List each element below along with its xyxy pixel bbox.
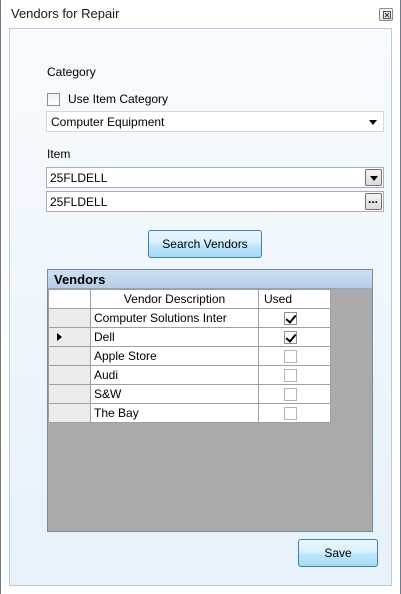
window-title: Vendors for Repair bbox=[11, 6, 120, 21]
chevron-down-icon[interactable] bbox=[369, 120, 377, 125]
ellipsis-icon: ... bbox=[368, 192, 379, 206]
save-button[interactable]: Save bbox=[298, 539, 378, 567]
use-item-category-box[interactable] bbox=[47, 93, 60, 106]
vendors-grid-title: Vendors bbox=[54, 272, 106, 287]
row-selector[interactable] bbox=[48, 346, 91, 366]
vendors-for-repair-window: Vendors for Repair Category Use Item Cat… bbox=[0, 0, 401, 594]
item-dropdown[interactable]: 25FLDELL bbox=[46, 167, 384, 188]
used-checkbox[interactable] bbox=[284, 387, 297, 401]
item-lookup-value: 25FLDELL bbox=[50, 195, 108, 209]
table-row[interactable]: Audi bbox=[48, 365, 331, 385]
vendors-table: Vendor Description Used Computer Solutio… bbox=[48, 289, 331, 423]
use-item-category-label: Use Item Category bbox=[68, 92, 169, 106]
used-cell[interactable] bbox=[258, 403, 331, 423]
item-browse-button[interactable]: ... bbox=[365, 192, 382, 210]
row-selector[interactable] bbox=[48, 327, 91, 347]
table-row[interactable]: Computer Solutions Inter bbox=[48, 308, 331, 328]
category-label: Category bbox=[47, 65, 96, 79]
vendor-description-cell[interactable]: The Bay bbox=[90, 403, 259, 423]
used-checkbox[interactable] bbox=[284, 368, 297, 382]
close-button[interactable] bbox=[379, 8, 393, 21]
row-selector-header[interactable] bbox=[48, 289, 91, 309]
used-checkbox[interactable] bbox=[284, 330, 297, 344]
category-selected-value: Computer Equipment bbox=[51, 115, 165, 129]
table-header-row: Vendor Description Used bbox=[48, 289, 331, 309]
vendor-description-cell[interactable]: Apple Store bbox=[90, 346, 259, 366]
used-cell[interactable] bbox=[258, 365, 331, 385]
vendor-description-cell[interactable]: Computer Solutions Inter bbox=[90, 308, 259, 328]
title-bar[interactable]: Vendors for Repair bbox=[1, 0, 400, 28]
table-row[interactable]: The Bay bbox=[48, 403, 331, 423]
table-row[interactable]: S&W bbox=[48, 384, 331, 404]
item-selected-value: 25FLDELL bbox=[50, 171, 108, 185]
vendor-description-cell[interactable]: Audi bbox=[90, 365, 259, 385]
item-label: Item bbox=[47, 147, 71, 161]
item-dropdown-button[interactable] bbox=[365, 169, 382, 186]
vendor-description-cell[interactable]: S&W bbox=[90, 384, 259, 404]
row-selector[interactable] bbox=[48, 308, 91, 328]
row-selector[interactable] bbox=[48, 365, 91, 385]
search-vendors-button[interactable]: Search Vendors bbox=[148, 230, 262, 258]
table-row[interactable]: Apple Store bbox=[48, 346, 331, 366]
vendors-grid[interactable]: Vendors Vendor Description Used Computer… bbox=[47, 269, 373, 532]
row-selector[interactable] bbox=[48, 403, 91, 423]
used-cell[interactable] bbox=[258, 346, 331, 366]
category-dropdown[interactable]: Computer Equipment bbox=[46, 111, 384, 132]
vendor-description-cell[interactable]: Dell bbox=[90, 327, 259, 347]
table-row[interactable]: Dell bbox=[48, 327, 331, 347]
vendors-grid-caption: Vendors bbox=[48, 270, 372, 289]
used-cell[interactable] bbox=[258, 327, 331, 347]
used-cell[interactable] bbox=[258, 384, 331, 404]
column-header-used[interactable]: Used bbox=[258, 289, 331, 309]
used-checkbox[interactable] bbox=[284, 311, 297, 325]
use-item-category-checkbox[interactable]: Use Item Category bbox=[47, 91, 217, 107]
current-row-pointer-icon bbox=[57, 333, 62, 341]
chevron-down-icon bbox=[370, 176, 378, 181]
row-selector[interactable] bbox=[48, 384, 91, 404]
used-checkbox[interactable] bbox=[284, 349, 297, 363]
column-header-vendor-description[interactable]: Vendor Description bbox=[90, 289, 259, 309]
used-cell[interactable] bbox=[258, 308, 331, 328]
close-icon bbox=[383, 11, 391, 19]
item-lookup-field[interactable]: 25FLDELL ... bbox=[46, 191, 384, 212]
used-checkbox[interactable] bbox=[284, 406, 297, 420]
